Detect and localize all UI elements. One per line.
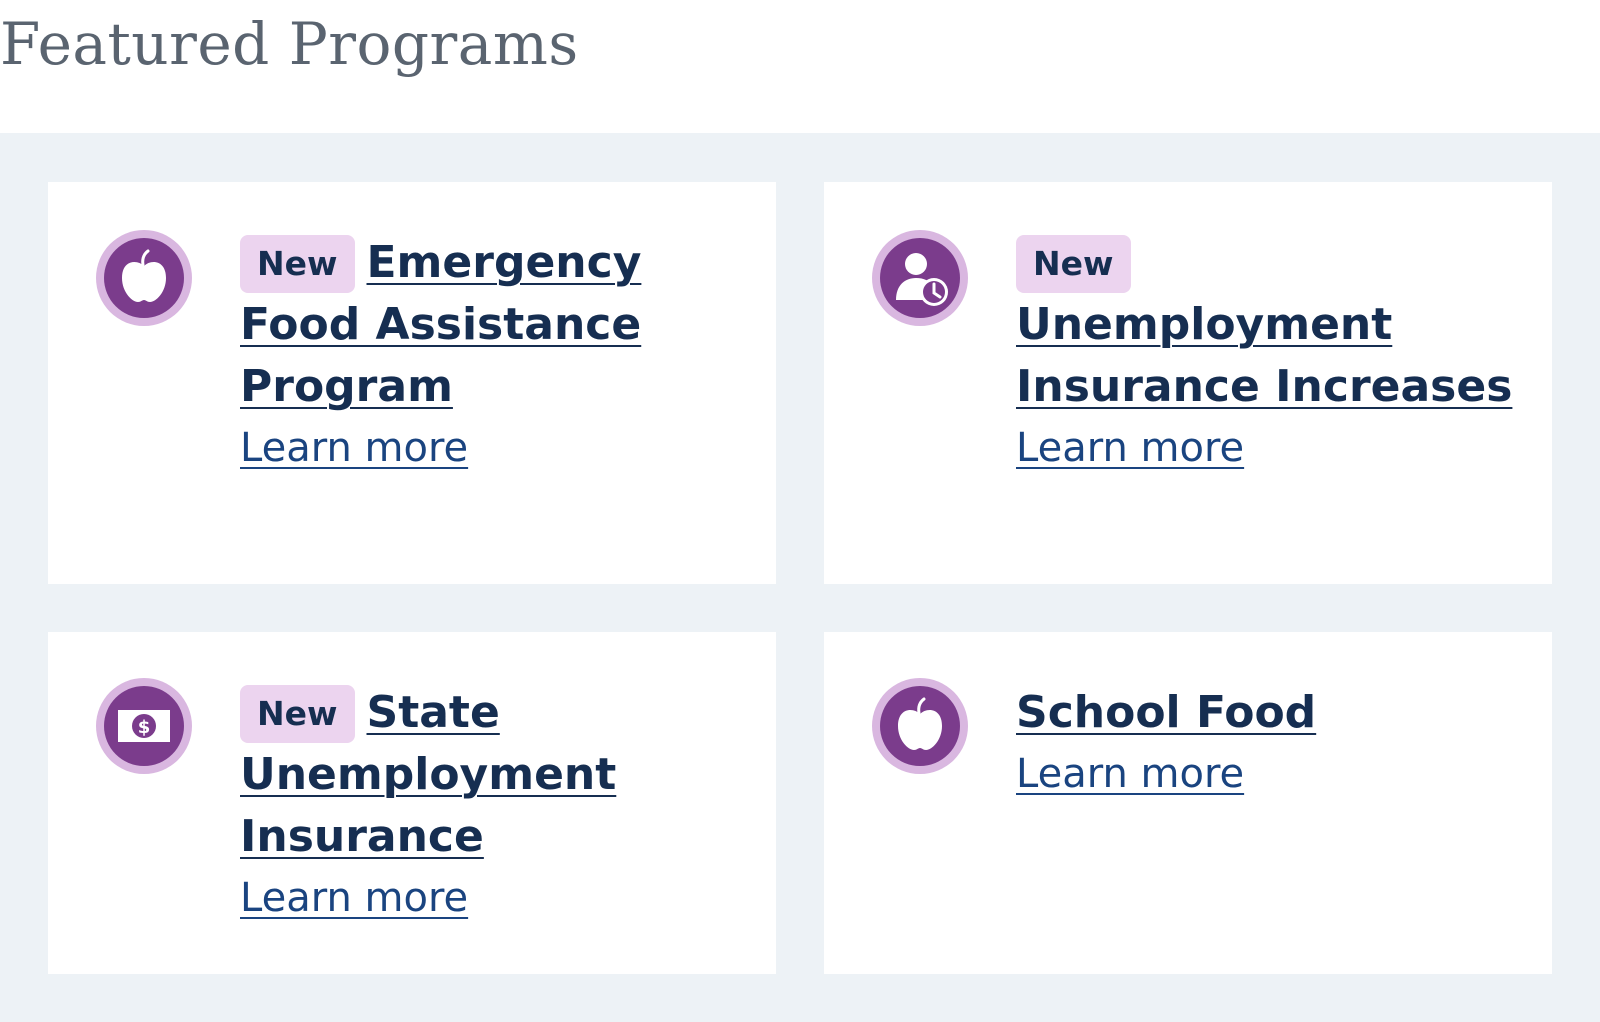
person-clock-icon bbox=[872, 230, 968, 326]
learn-more-link[interactable]: Learn more bbox=[240, 418, 468, 478]
apple-icon bbox=[872, 678, 968, 774]
learn-more-link[interactable]: Learn more bbox=[1016, 744, 1244, 804]
new-badge: New bbox=[240, 685, 355, 743]
learn-more-link[interactable]: Learn more bbox=[1016, 418, 1244, 478]
program-card-school-food: School Food Learn more bbox=[824, 632, 1552, 974]
apple-icon bbox=[96, 230, 192, 326]
program-card-state-unemployment: $ New State Unemployment Insurance Learn … bbox=[48, 632, 776, 974]
svg-text:$: $ bbox=[138, 717, 151, 738]
program-card-unemployment-increases: New Unemployment Insurance Increases Lear… bbox=[824, 182, 1552, 584]
dollar-bill-icon: $ bbox=[96, 678, 192, 774]
new-badge: New bbox=[240, 235, 355, 293]
program-title-link[interactable]: Unemployment Insurance Increases bbox=[1016, 294, 1516, 418]
new-badge: New bbox=[1016, 235, 1131, 293]
learn-more-link[interactable]: Learn more bbox=[240, 868, 468, 928]
page-title: Featured Programs bbox=[0, 10, 579, 78]
program-title-link[interactable]: School Food bbox=[1016, 687, 1316, 738]
program-card-emergency-food: New Emergency Food Assistance Program Lea… bbox=[48, 182, 776, 584]
